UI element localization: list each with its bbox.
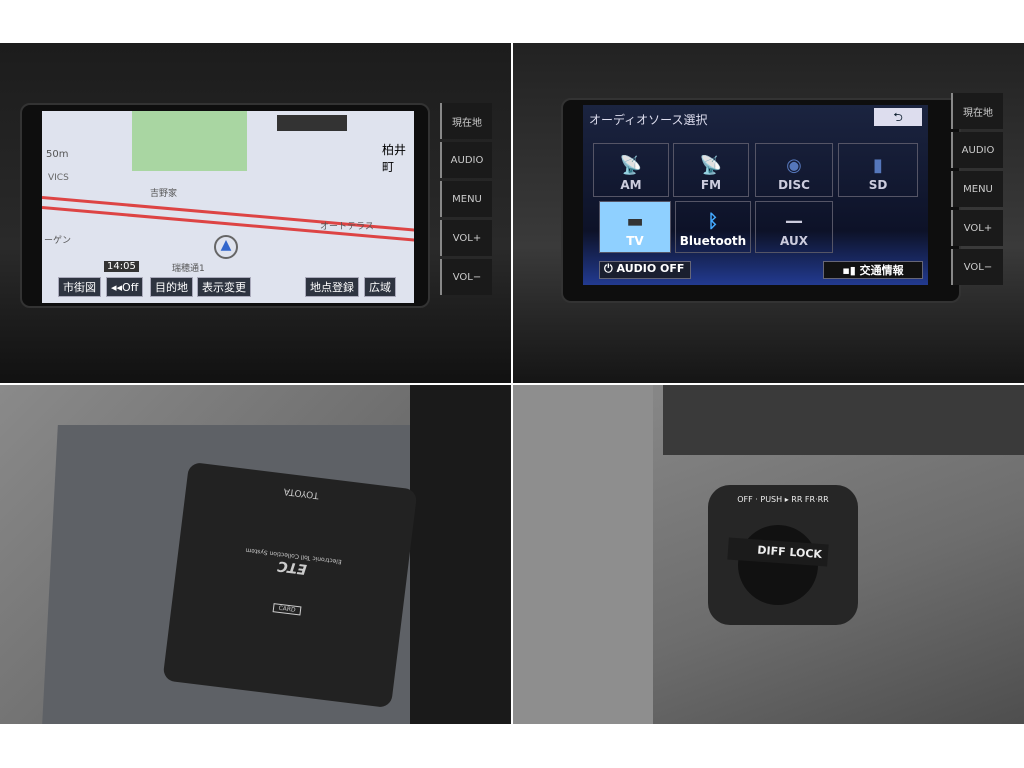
vol-down-button[interactable]: VOL− [951,249,1003,285]
source-sd[interactable]: ▮ SD [838,143,918,197]
back-button[interactable]: ⮌ [874,108,922,126]
audio-off-button[interactable]: ⏻ AUDIO OFF [599,261,691,279]
clock: 14:05 [104,261,139,272]
antenna-icon: 📡 [699,155,723,176]
place-label: 瑞穂通1 [172,264,205,274]
place-label: 柏井町 [382,143,407,174]
display-change-button[interactable]: 表示変更 [197,277,251,297]
etc-photo: TOYOTA Electronic Toll Collection System… [0,385,511,724]
audio-screen: オーディオソース選択 ⮌ 📡 AM 📡 FM ◉ DISC ▮ SD ▬ TV ᛒ Blue… [583,105,928,285]
signal-icon: ▪▮ [842,264,860,277]
current-location-button[interactable]: 現在地 [951,93,1003,129]
vehicle-position-icon: ▲ [214,235,238,259]
aux-icon: — [785,211,803,232]
register-point-button[interactable]: 地点登録 [305,277,359,297]
map-screen: 50m VICS 柏井町 吉野家 オートテラス ーゲン 瑞穂通1 ▲ 14:05… [42,111,414,303]
source-aux[interactable]: — AUX [755,201,833,253]
current-location-button[interactable]: 現在地 [440,103,492,139]
bluetooth-icon: ᛒ [707,211,719,232]
audio-button[interactable]: AUDIO [951,132,1003,168]
place-label: ーゲン [44,236,72,246]
vol-down-button[interactable]: VOL− [440,259,492,295]
vol-up-button[interactable]: VOL+ [951,210,1003,246]
antenna-icon: 📡 [619,155,643,176]
screen-title: オーディオソース選択 [589,113,708,127]
source-am[interactable]: 📡 AM [593,143,669,197]
card-slot-label: CARD [272,603,302,616]
wide-area-button[interactable]: 広域 [364,277,396,297]
vol-up-button[interactable]: VOL+ [440,220,492,256]
place-label: オートテラス [320,222,374,232]
city-map-button[interactable]: 市街図 [58,277,101,297]
guide-off-button[interactable]: ◂◂Off [106,277,144,297]
diff-lock-photo: OFF · PUSH ▸ RR FR·RR DIFF LOCK [513,385,1024,724]
source-fm[interactable]: 📡 FM [673,143,749,197]
menu-button[interactable]: MENU [951,171,1003,207]
source-tv[interactable]: ▬ TV [599,201,671,253]
place-label: 吉野家 [150,189,178,199]
scale-label: 50m [46,149,69,160]
navigation-photo: 50m VICS 柏井町 吉野家 オートテラス ーゲン 瑞穂通1 ▲ 14:05… [0,43,511,383]
disc-icon: ◉ [786,155,802,176]
destination-button[interactable]: 目的地 [150,277,193,297]
traffic-info-button[interactable]: ▪▮ 交通情報 [823,261,923,279]
vics-label: VICS [48,173,69,183]
sd-card-icon: ▮ [873,155,883,176]
etc-unit: TOYOTA Electronic Toll Collection System… [162,461,418,709]
audio-button[interactable]: AUDIO [440,142,492,178]
source-bluetooth[interactable]: ᛒ Bluetooth [675,201,751,253]
audio-photo: オーディオソース選択 ⮌ 📡 AM 📡 FM ◉ DISC ▮ SD ▬ TV ᛒ Blue… [513,43,1024,383]
diff-lock-ring-labels: OFF · PUSH ▸ RR FR·RR [737,495,829,504]
menu-button[interactable]: MENU [440,181,492,217]
source-disc[interactable]: ◉ DISC [755,143,833,197]
tv-icon: ▬ [626,211,644,232]
